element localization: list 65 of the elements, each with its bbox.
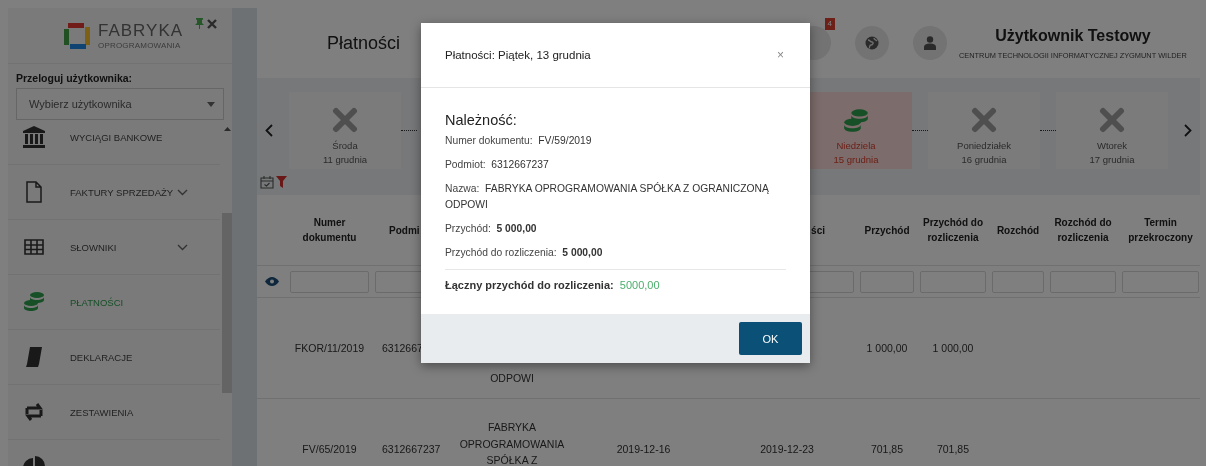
table-cell: FV/65/2019 [302,443,357,455]
detail-line: Numer dokumentu: FV/59/2019 [445,134,593,148]
column-header[interactable]: Rozchód [996,222,1040,238]
eye-icon[interactable] [265,277,279,286]
menu-item[interactable]: ZESTAWIENIA [8,385,220,440]
day-card[interactable]: Wtorek 17 grudnia [1056,91,1168,169]
detail-line: Podmiot: 6312667237 [445,158,550,172]
table-cell-text: ODPOWI [490,370,534,386]
column-header[interactable]: ści [811,222,825,238]
globe-icon [865,36,879,50]
user-icon [924,36,936,50]
column-header[interactable]: Numer dokumentu [287,215,372,245]
previous-icon[interactable] [265,123,273,137]
column-header[interactable]: Podmi [389,222,420,238]
column-header[interactable]: Termin przekroczony [1119,215,1200,245]
scroll-up-icon[interactable] [223,127,231,131]
bank-icon [22,125,46,149]
table-cell: 2019-12-23 [760,443,814,455]
cross-icon [971,106,997,133]
menu-item[interactable]: SŁOWNIKI [8,220,220,275]
menu-item[interactable]: DEKLARACJE [8,330,220,385]
menu-item[interactable]: FAKTURY SPRZEDAŻY [8,165,220,220]
day-card[interactable]: Poniedziałek 16 grudnia [928,91,1040,169]
table-cell: 6312667 [382,342,423,354]
language-button[interactable] [855,26,889,60]
calendar-icon[interactable] [260,175,274,189]
filter-icon[interactable] [276,176,287,188]
detail-line: Przychód do rozliczenia: 5 000,00 [445,246,604,260]
menu-item[interactable]: WYCIĄGI BANKOWE [8,124,220,165]
page-title: Płatności [327,32,402,54]
caret-icon [207,101,215,107]
cross-icon [1099,106,1125,133]
menu-item[interactable]: PŁATNOŚCI [8,275,220,330]
logo-tagline: OPROGRAMOWANIA [98,41,182,50]
switch-user-label: Przeloguj użytkownika: [16,72,134,84]
close-button[interactable]: × [775,48,786,62]
section-heading: Należność: [445,112,518,128]
coins-icon [841,106,871,133]
ok-button[interactable]: OK [739,322,802,355]
pin-icon[interactable] [195,18,204,29]
user-name: Użytkownik Testowy [995,26,1151,45]
table-cell: 6312667237 [382,443,441,455]
table-cell: FKOR/11/2019 [294,342,365,354]
logo-name: FABRYKA [98,21,184,41]
table-cell: 701,85 [870,443,904,455]
profile-button[interactable] [913,26,947,60]
notification-count: 4 [824,18,835,30]
table-cell-text: FABRYKA OPROGRAMOWANIA SPÓŁKA Z [458,420,566,466]
detail-line: Nazwa: FABRYKA OPROGRAMOWANIA SPÓŁKA Z OGRANICZONĄ ODPOWI [445,181,770,212]
next-icon[interactable] [1184,123,1192,137]
user-select[interactable]: Wybierz użytkownika [16,88,224,120]
coins-icon [22,290,46,314]
cross-icon [332,106,358,133]
table-cell: 701,85 [936,443,970,455]
dialog-title: Płatności: Piątek, 13 grudnia [445,49,591,61]
close-icon[interactable] [207,19,217,29]
column-header[interactable]: Przychód do rozliczenia [917,215,989,245]
column-header[interactable]: Przychód [864,222,910,238]
column-header[interactable]: Rozchód do rozliczenia [1047,215,1119,245]
table-cell: 2019-12-16 [616,443,671,455]
detail-line: Przychód: 5 000,00 [445,222,538,236]
day-card[interactable]: Środa 11 grudnia [289,91,401,169]
table-cell: 1 000,00 [932,342,974,354]
total-line: Łączny przychód do rozliczenia: 5000,00 [445,278,661,293]
table-cell: 1 000,00 [866,342,908,354]
